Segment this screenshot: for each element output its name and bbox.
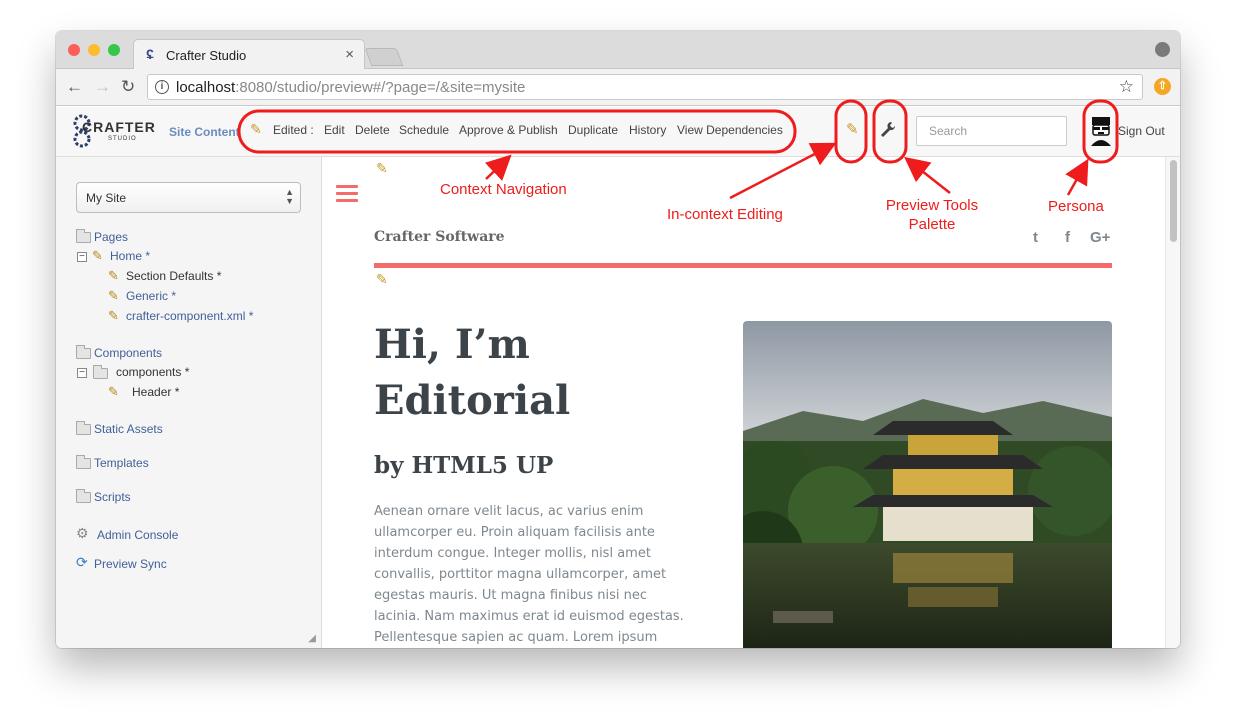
tab-bar: ʢ Crafter Studio × xyxy=(56,31,1180,70)
site-brand[interactable]: Crafter Software xyxy=(374,229,505,245)
tree-crafter-component[interactable]: crafter-component.xml * xyxy=(126,309,253,323)
context-navigation-label: Context Navigation xyxy=(440,181,567,198)
hero-subtitle: by HTML5 UP xyxy=(374,452,554,479)
in-context-edit-pencil-icon[interactable]: ✎ xyxy=(846,120,859,138)
back-icon[interactable]: ← xyxy=(66,77,83,97)
select-arrows-icon: ▲ ▼ xyxy=(285,187,294,206)
section-defaults-icon: ✎ xyxy=(108,268,119,283)
tree-section-defaults[interactable]: Section Defaults * xyxy=(126,269,221,283)
browser-tab[interactable]: ʢ Crafter Studio × xyxy=(133,39,365,70)
tab-close-icon[interactable]: × xyxy=(345,46,354,63)
folder-icon xyxy=(76,345,91,359)
site-content-button[interactable]: Site Content xyxy=(169,125,240,139)
tree-generic[interactable]: Generic * xyxy=(126,289,176,303)
tree-pages[interactable]: Pages xyxy=(94,230,128,244)
component-icon: ✎ xyxy=(108,384,119,399)
tree-components[interactable]: Components xyxy=(94,346,162,360)
duplicate-button[interactable]: Duplicate xyxy=(568,123,618,137)
google-plus-icon[interactable]: G+ xyxy=(1090,229,1110,246)
info-icon[interactable]: i xyxy=(155,80,169,94)
address-bar[interactable]: i localhost:8080/studio/preview#/?page=/… xyxy=(147,74,1143,100)
browser-window: ʢ Crafter Studio × ← → ↻ i localhost:808… xyxy=(56,31,1180,648)
in-context-editing-label: In-context Editing xyxy=(667,206,783,223)
facebook-icon[interactable]: f xyxy=(1065,229,1070,246)
studio-header: CRAFTER STUDIO Site Content ✎ Edited : E… xyxy=(56,107,1180,157)
tree-home[interactable]: Home * xyxy=(110,249,150,263)
minimize-window-button[interactable] xyxy=(88,44,100,56)
url-host: localhost xyxy=(176,79,236,96)
profile-icon[interactable] xyxy=(1155,42,1170,57)
logo-subtext: STUDIO xyxy=(108,136,137,142)
tree-scripts[interactable]: Scripts xyxy=(94,490,131,504)
forward-icon[interactable]: → xyxy=(94,77,111,97)
close-window-button[interactable] xyxy=(68,44,80,56)
twitter-icon[interactable]: t xyxy=(1033,229,1038,246)
preview-sync-link[interactable]: Preview Sync xyxy=(94,557,167,571)
scrollbar-thumb[interactable] xyxy=(1170,160,1177,242)
sign-out-button[interactable]: Sign Out xyxy=(1118,124,1165,138)
edit-button[interactable]: Edit xyxy=(324,123,345,137)
extension-icon[interactable]: ⇧ xyxy=(1154,78,1171,95)
site-select[interactable]: My Site ▲ ▼ xyxy=(76,182,301,213)
preview-frame: ✎ Crafter Software t f G+ ✎ Hi, I’m Edit… xyxy=(323,157,1165,648)
edited-status-label: Edited : xyxy=(273,123,314,137)
approve-publish-button[interactable]: Approve & Publish xyxy=(459,123,558,137)
tab-title: Crafter Studio xyxy=(166,48,247,63)
hero-body-text: Aenean ornare velit lacus, ac varius eni… xyxy=(374,504,684,645)
history-button[interactable]: History xyxy=(629,123,666,137)
url-text: localhost:8080/studio/preview#/?page=/&s… xyxy=(176,79,525,96)
preview-tools-label-line2: Palette xyxy=(908,216,956,233)
tree-templates[interactable]: Templates xyxy=(94,456,149,470)
collapse-toggle-icon[interactable]: − xyxy=(77,368,87,378)
collapse-toggle-icon[interactable]: − xyxy=(77,252,87,262)
resize-grip-icon[interactable]: ◢ xyxy=(308,633,316,644)
tree-static-assets[interactable]: Static Assets xyxy=(94,422,163,436)
header-divider xyxy=(374,263,1112,268)
page-edited-icon: ✎ xyxy=(92,248,103,263)
tree-components-folder[interactable]: components * xyxy=(116,365,189,379)
edited-page-icon: ✎ xyxy=(250,121,262,137)
site-select-value: My Site xyxy=(86,191,127,205)
folder-icon xyxy=(76,455,91,469)
logo-text: CRAFTER xyxy=(82,119,156,135)
delete-button[interactable]: Delete xyxy=(355,123,390,137)
reload-icon[interactable]: ↻ xyxy=(121,77,135,97)
sync-icon: ⟳ xyxy=(76,554,88,570)
persona-label: Persona xyxy=(1048,198,1104,215)
browser-toolbar: ← → ↻ i localhost:8080/studio/preview#/?… xyxy=(56,69,1180,106)
schedule-button[interactable]: Schedule xyxy=(399,123,449,137)
wrench-icon[interactable] xyxy=(880,121,896,139)
folder-icon xyxy=(76,229,91,243)
temple-photo xyxy=(743,321,1112,648)
admin-console-link[interactable]: Admin Console xyxy=(97,528,178,542)
page-edited-icon: ✎ xyxy=(108,308,119,323)
maximize-window-button[interactable] xyxy=(108,44,120,56)
hamburger-menu-icon[interactable] xyxy=(336,185,358,203)
ice-pencil-icon[interactable]: ✎ xyxy=(376,271,388,288)
crafter-favicon-icon: ʢ xyxy=(146,46,154,62)
folder-icon xyxy=(93,365,108,379)
new-tab-button[interactable] xyxy=(364,48,404,66)
search-placeholder: Search xyxy=(929,124,968,138)
folder-icon xyxy=(76,489,91,503)
preview-tools-label-line1: Preview Tools xyxy=(885,197,979,214)
persona-avatar-icon[interactable] xyxy=(1089,115,1113,147)
view-dependencies-button[interactable]: View Dependencies xyxy=(677,123,783,137)
page-edited-icon: ✎ xyxy=(108,288,119,303)
url-path: :8080/studio/preview#/?page=/&site=mysit… xyxy=(235,79,526,96)
search-input[interactable]: Search xyxy=(916,116,1067,146)
ice-pencil-icon[interactable]: ✎ xyxy=(376,160,388,177)
hero-title: Hi, I’m Editorial xyxy=(374,321,571,424)
gear-icon: ⚙ xyxy=(76,525,89,541)
site-content-sidebar: My Site ▲ ▼ Pages − ✎ Home * ✎ Section De… xyxy=(56,157,322,648)
bookmark-star-icon[interactable]: ☆ xyxy=(1119,77,1134,97)
preview-scrollbar[interactable] xyxy=(1165,157,1180,648)
tree-header[interactable]: Header * xyxy=(132,385,179,399)
folder-icon xyxy=(76,421,91,435)
